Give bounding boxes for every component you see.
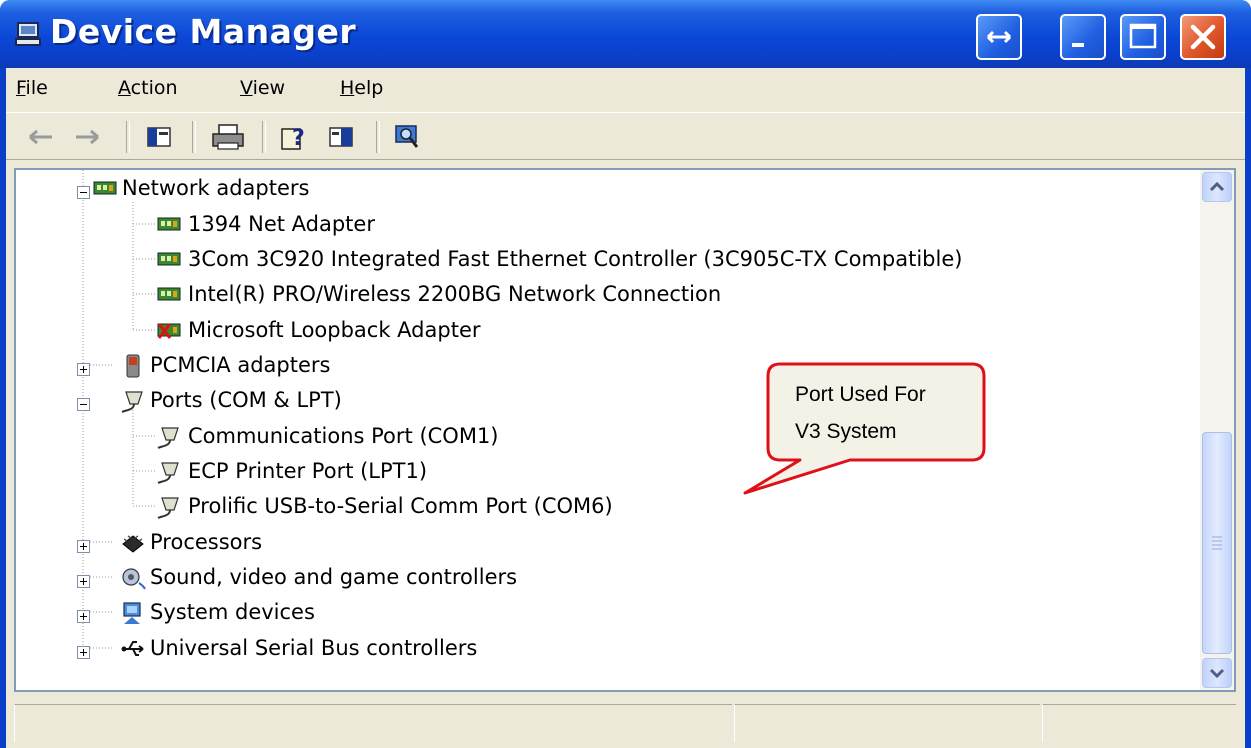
disabled-network-adapter-icon — [157, 323, 181, 339]
tree-node-label: System devices — [150, 600, 315, 624]
menu-action-accel: A — [118, 77, 131, 99]
tree-item-label: Microsoft Loopback Adapter — [188, 318, 481, 342]
serial-port-icon — [157, 427, 179, 449]
properties-icon[interactable] — [326, 123, 356, 151]
scroll-down-button[interactable] — [1202, 658, 1232, 688]
tree-item-label: 3Com 3C920 Integrated Fast Ethernet Cont… — [188, 247, 963, 271]
status-pane — [1042, 704, 1236, 742]
menu-help[interactable]: Help — [340, 77, 383, 99]
title-bar[interactable]: Device Manager — [0, 0, 1251, 68]
callout-line-1: Port Used For — [795, 383, 926, 406]
tree-item-label: Intel(R) PRO/Wireless 2200BG Network Con… — [188, 282, 722, 306]
serial-port-icon — [157, 497, 179, 519]
network-adapter-icon — [157, 287, 181, 301]
serial-port-icon — [121, 391, 143, 413]
resize-button[interactable] — [976, 14, 1022, 60]
status-pane — [14, 704, 732, 742]
expand-button[interactable] — [77, 363, 90, 376]
tree-node-label: Processors — [150, 530, 263, 554]
forward-icon[interactable] — [72, 123, 104, 151]
device-manager-window: Device Manager File Action View Help ? N… — [0, 0, 1251, 748]
expand-button[interactable] — [77, 646, 90, 659]
expand-button[interactable] — [77, 575, 90, 588]
pcmcia-icon — [126, 354, 140, 378]
tree-node-label: PCMCIA adapters — [150, 353, 331, 377]
toolbar-separator — [262, 121, 266, 153]
status-pane — [734, 704, 1040, 742]
menu-view-accel: V — [240, 77, 253, 99]
menu-file-accel: F — [16, 77, 26, 99]
toolbar-separator — [126, 121, 130, 153]
toolbar-separator — [192, 121, 196, 153]
close-button[interactable] — [1180, 14, 1226, 60]
close-icon — [1190, 24, 1216, 50]
tree-node-label: Sound, video and game controllers — [150, 565, 518, 589]
callout-line-2: V3 System — [795, 420, 897, 443]
collapse-button[interactable] — [77, 398, 90, 411]
tree-item-label: Communications Port (COM1) — [188, 424, 499, 448]
tree-node-label: Universal Serial Bus controllers — [150, 636, 478, 660]
menu-file[interactable]: File — [16, 77, 48, 99]
collapse-button[interactable] — [77, 186, 90, 199]
usb-icon — [121, 641, 144, 656]
device-manager-icon — [15, 22, 41, 46]
window-title: Device Manager — [50, 12, 357, 51]
menu-view[interactable]: View — [240, 77, 285, 99]
menu-help-rest: elp — [354, 77, 384, 99]
scroll-up-button[interactable] — [1202, 172, 1232, 202]
menu-action-rest: ction — [130, 77, 178, 99]
expand-button[interactable] — [77, 540, 90, 553]
processor-icon — [122, 535, 144, 553]
menu-help-accel: H — [340, 77, 355, 99]
minimize-button[interactable] — [1060, 14, 1106, 60]
toolbar: ? — [6, 112, 1245, 160]
network-adapter-icon — [157, 217, 181, 231]
client-area: File Action View Help ? Network adapters… — [6, 68, 1245, 748]
tree-item-label: Prolific USB-to-Serial Comm Port (COM6) — [188, 494, 613, 518]
toolbar-separator — [376, 121, 380, 153]
show-hide-tree-icon[interactable] — [144, 123, 174, 151]
help-icon[interactable]: ? — [278, 123, 310, 151]
print-icon[interactable] — [210, 123, 246, 151]
maximize-icon — [1129, 23, 1157, 49]
serial-port-icon — [157, 462, 179, 484]
speaker-icon — [122, 568, 146, 590]
menu-bar: File Action View Help — [6, 68, 1245, 110]
expand-button[interactable] — [77, 610, 90, 623]
svg-text:?: ? — [292, 126, 305, 151]
network-adapter-icon — [93, 181, 117, 195]
tree-item-label: 1394 Net Adapter — [188, 212, 375, 236]
network-adapter-icon — [157, 252, 181, 266]
menu-action[interactable]: Action — [118, 77, 178, 99]
maximize-button[interactable] — [1120, 14, 1166, 60]
grip-icon — [1212, 536, 1222, 550]
minimize-icon — [1072, 43, 1084, 47]
scan-hardware-icon[interactable] — [392, 123, 422, 151]
scroll-thumb[interactable] — [1202, 432, 1232, 654]
menu-file-rest: ile — [25, 77, 48, 99]
status-bar — [14, 704, 1236, 742]
tree-node-label: Ports (COM & LPT) — [150, 388, 342, 412]
chevron-down-icon — [1209, 668, 1225, 679]
resize-icon — [986, 30, 1012, 44]
tree-item-label: ECP Printer Port (LPT1) — [188, 459, 428, 483]
system-devices-icon — [123, 602, 141, 624]
menu-view-rest: iew — [252, 77, 286, 99]
tree-node-label: Network adapters — [122, 176, 310, 200]
vertical-scrollbar[interactable] — [1200, 170, 1234, 690]
chevron-up-icon — [1209, 181, 1225, 192]
device-tree[interactable]: Network adapters 1394 Net Adapter 3Com 3… — [14, 168, 1236, 692]
back-icon[interactable] — [24, 123, 56, 151]
